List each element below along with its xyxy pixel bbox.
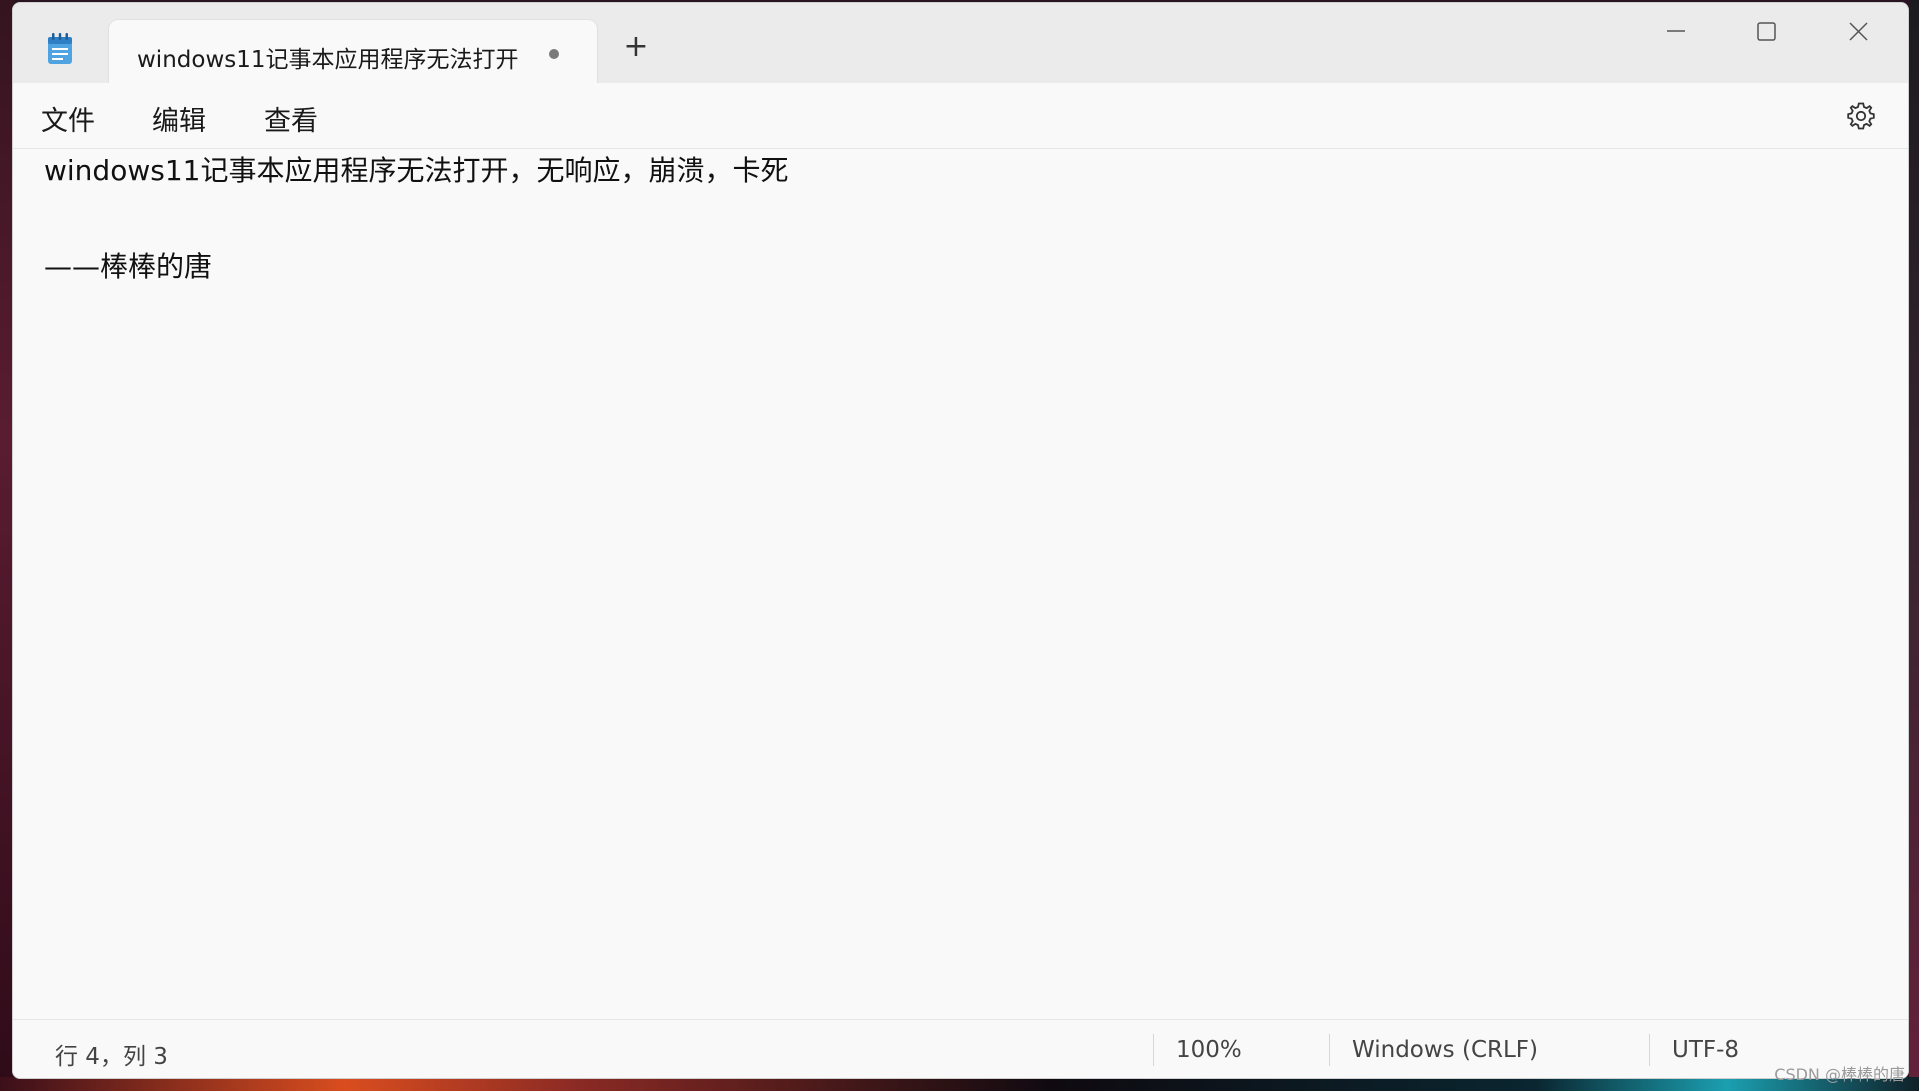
status-bar: 行 4，列 3 100% Windows (CRLF) UTF-8: [13, 1019, 1908, 1078]
new-tab-button[interactable]: +: [621, 32, 651, 63]
close-button[interactable]: [1828, 11, 1888, 51]
maximize-icon: [1757, 22, 1776, 41]
minimize-icon: [1667, 30, 1685, 32]
notepad-icon: [47, 33, 73, 65]
menu-bar: 文件 编辑 查看: [13, 83, 1908, 149]
cursor-position: 行 4，列 3: [55, 1044, 168, 1070]
tab-current-document[interactable]: windows11记事本应用程序无法打开: [108, 19, 598, 85]
menu-edit[interactable]: 编辑: [152, 99, 206, 138]
menu-file[interactable]: 文件: [41, 99, 95, 138]
status-divider: [1649, 1034, 1650, 1066]
desktop-wallpaper-bottom: [0, 1077, 1919, 1091]
status-divider: [1153, 1034, 1154, 1066]
csdn-watermark: CSDN @棒棒的唐: [1774, 1065, 1905, 1084]
close-icon: [1849, 22, 1868, 41]
line-ending[interactable]: Windows (CRLF): [1352, 1037, 1538, 1063]
desktop-wallpaper-right: [1909, 0, 1919, 1091]
settings-button[interactable]: [1845, 100, 1877, 132]
menu-view[interactable]: 查看: [264, 99, 318, 138]
title-bar: windows11记事本应用程序无法打开 +: [13, 3, 1908, 85]
tab-title: windows11记事本应用程序无法打开: [137, 47, 519, 73]
zoom-level[interactable]: 100%: [1176, 1037, 1242, 1063]
gear-icon: [1847, 102, 1875, 130]
maximize-button[interactable]: [1736, 11, 1796, 51]
minimize-button[interactable]: [1645, 11, 1705, 51]
editor-line-1: windows11记事本应用程序无法打开，无响应，崩溃，卡死: [44, 154, 789, 187]
status-divider: [1329, 1034, 1330, 1066]
text-editor[interactable]: windows11记事本应用程序无法打开，无响应，崩溃，卡死 ——棒棒的唐: [13, 149, 1908, 1019]
editor-line-3: ——棒棒的唐: [44, 250, 213, 283]
unsaved-indicator-icon[interactable]: [549, 49, 559, 59]
encoding[interactable]: UTF-8: [1672, 1037, 1739, 1063]
notepad-window: windows11记事本应用程序无法打开 + 文件 编辑 查看 windows1…: [12, 2, 1909, 1079]
